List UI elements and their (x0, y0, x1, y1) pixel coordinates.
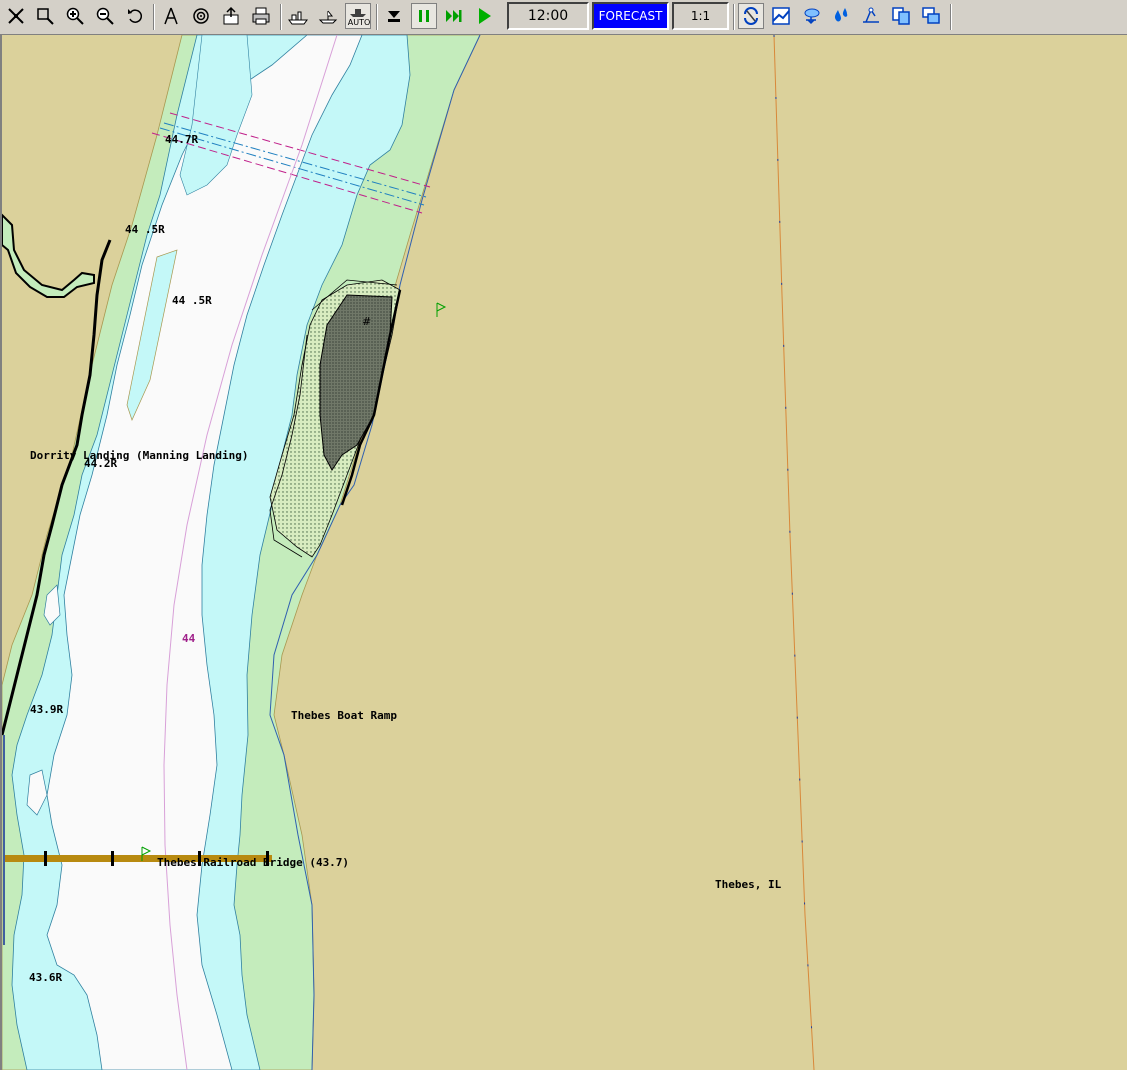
toolbar-separator (376, 4, 378, 30)
rotate-chart-button[interactable] (738, 3, 764, 29)
forecast-button[interactable]: FORECAST (592, 2, 669, 30)
copy-icon (892, 7, 910, 25)
auto-track-label: AUTO (347, 18, 371, 27)
chart-overlay-icon (772, 7, 790, 25)
full-extent-button[interactable] (3, 3, 29, 29)
undo-view-icon (128, 9, 143, 23)
toolbar: AUTO 12:00 FORECAST 1:1 (0, 0, 1127, 35)
zoom-out-button[interactable] (92, 3, 118, 29)
wreck-marker: # (362, 315, 371, 328)
route-icon (863, 7, 879, 23)
scale-display: 1:1 (672, 2, 729, 30)
vessel-icon (288, 11, 308, 25)
zoom-in-button[interactable] (62, 3, 88, 29)
toolbar-separator (153, 4, 155, 30)
play-icon (479, 8, 491, 24)
print-button[interactable] (248, 3, 274, 29)
mile-marker-43-9: 43.9R (30, 703, 63, 716)
full-extent-icon (8, 8, 24, 24)
export-icon (223, 6, 239, 25)
toolbar-separator (280, 4, 282, 30)
zoom-in-icon (66, 7, 84, 25)
auto-track-button[interactable]: AUTO (345, 3, 371, 29)
stop-button[interactable] (381, 3, 407, 29)
nautical-chart-view[interactable]: # 44.7R 44 .5R 44 .5R Dorrity Landing (M… (0, 35, 1127, 1070)
target-icon (193, 8, 209, 24)
bridge-label: Thebes Railroad Bridge (43.7) (157, 856, 349, 869)
chart-overlay-button[interactable] (768, 3, 794, 29)
landing-label: Dorrity Landing (Manning Landing) (30, 449, 249, 462)
weather-button[interactable] (798, 3, 824, 29)
target-button[interactable] (188, 3, 214, 29)
zoom-box-button[interactable] (32, 3, 58, 29)
zoom-out-icon (96, 7, 114, 25)
mile-marker-44-5: 44 .5R (172, 294, 212, 307)
toolbar-separator (950, 4, 952, 30)
chart-canvas[interactable]: # 44.7R 44 .5R 44 .5R Dorrity Landing (M… (2, 35, 1127, 1070)
pause-icon (419, 10, 429, 22)
mile-marker-44-5: 44 .5R (125, 223, 165, 236)
windows-button[interactable] (918, 3, 944, 29)
water-level-button[interactable] (828, 3, 854, 29)
play-button[interactable] (471, 3, 497, 29)
pause-button[interactable] (411, 3, 437, 29)
copy-button[interactable] (888, 3, 914, 29)
rotate-chart-icon (744, 7, 758, 25)
fast-forward-icon (446, 10, 462, 22)
vessel-button[interactable] (285, 3, 311, 29)
boat-ramp-label: Thebes Boat Ramp (291, 709, 397, 722)
route-button[interactable] (858, 3, 884, 29)
boat-button[interactable] (315, 3, 341, 29)
fast-forward-button[interactable] (441, 3, 467, 29)
weather-icon (804, 8, 820, 25)
river-mile-label: 44 (182, 632, 196, 645)
toolbar-separator (733, 4, 735, 30)
water-level-icon (834, 8, 848, 22)
windows-icon (922, 7, 940, 24)
boat-icon (318, 10, 338, 24)
time-display: 12:00 (507, 2, 589, 30)
measure-button[interactable] (158, 3, 184, 29)
undo-view-button[interactable] (122, 3, 148, 29)
stop-icon (388, 11, 400, 22)
mile-marker-44-7: 44.7R (165, 133, 198, 146)
town-label: Thebes, IL (715, 878, 782, 891)
mile-marker-44-2: 44.2R (84, 457, 117, 470)
export-button[interactable] (218, 3, 244, 29)
print-icon (252, 7, 270, 25)
mile-marker-43-6: 43.6R (29, 971, 62, 984)
measure-icon (164, 7, 178, 25)
zoom-box-icon (37, 8, 54, 25)
